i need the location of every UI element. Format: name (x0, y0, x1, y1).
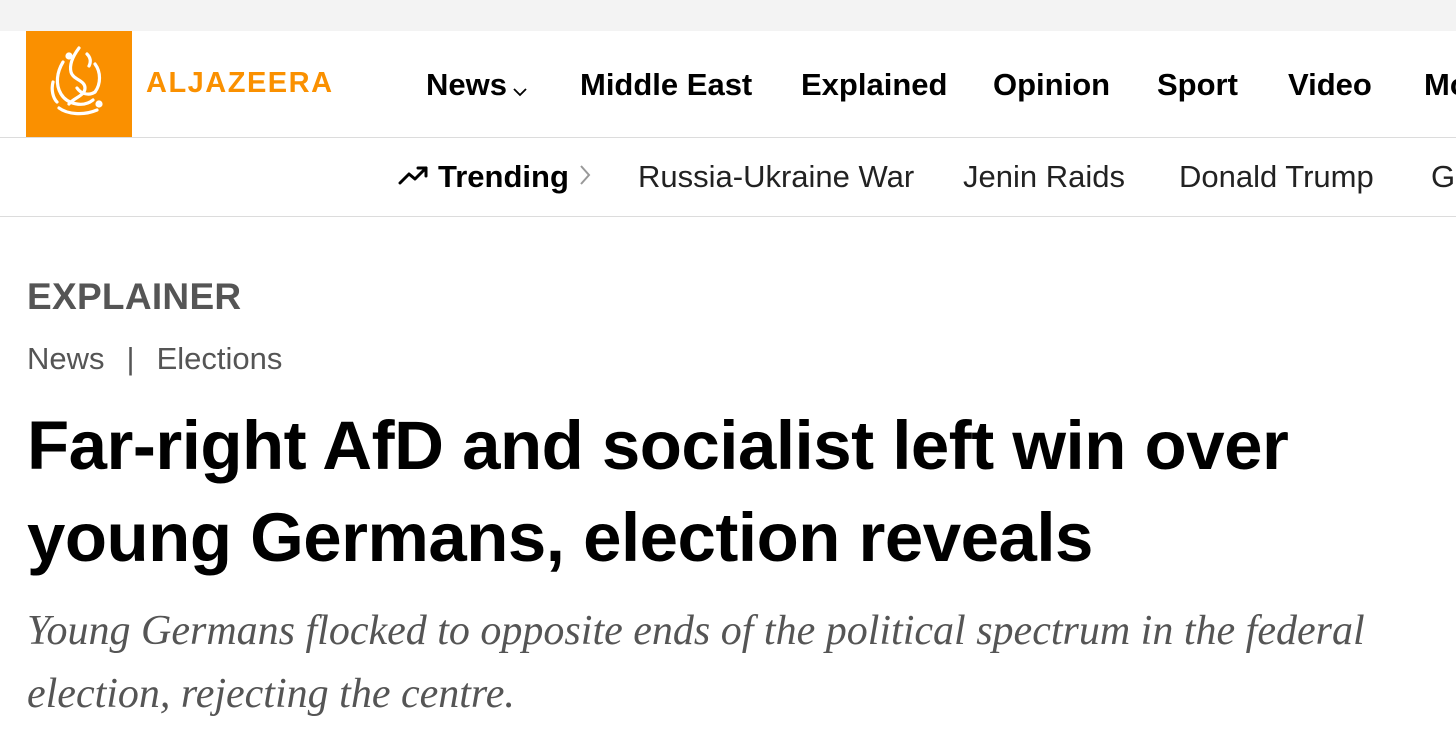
trending-topic-russia-ukraine-war[interactable]: Russia-Ukraine War (638, 159, 914, 195)
trending-topic-gaza[interactable]: Ga (1431, 159, 1456, 195)
site-header: ALJAZEERA News Middle East Explained Opi… (0, 31, 1456, 138)
chevron-down-icon (513, 69, 527, 105)
breadcrumb-separator: | (126, 341, 135, 376)
nav-item-more[interactable]: Mo (1424, 67, 1456, 103)
article-dek: Young Germans flocked to opposite ends o… (27, 608, 1365, 717)
nav-item-video[interactable]: Video (1288, 67, 1372, 103)
trending-label: Trending (438, 159, 569, 194)
breadcrumb-elections[interactable]: Elections (157, 340, 283, 378)
nav-item-explained[interactable]: Explained (801, 67, 947, 103)
nav-item-sport[interactable]: Sport (1157, 67, 1238, 103)
nav-item-label: News (426, 67, 507, 102)
main-nav: News Middle East Explained Opinion Sport… (0, 31, 1456, 137)
breadcrumb: News | Elections (27, 340, 282, 378)
browser-top-strip (0, 0, 1456, 31)
trending-topic-jenin-raids[interactable]: Jenin Raids (963, 159, 1125, 195)
nav-item-news[interactable]: News (426, 67, 527, 105)
nav-item-middle-east[interactable]: Middle East (580, 67, 752, 103)
trending-up-icon (398, 164, 430, 191)
trending-topic-donald-trump[interactable]: Donald Trump (1179, 159, 1374, 195)
article-kicker: EXPLAINER (27, 276, 242, 317)
chevron-right-icon (579, 164, 591, 191)
trending-bar: Trending Russia-Ukraine War Jenin Raids … (0, 138, 1456, 217)
trending-header[interactable]: Trending (398, 159, 591, 195)
nav-item-opinion[interactable]: Opinion (993, 67, 1110, 103)
article-headline: Far-right AfD and socialist left win ove… (27, 407, 1289, 576)
breadcrumb-news[interactable]: News (27, 340, 105, 378)
